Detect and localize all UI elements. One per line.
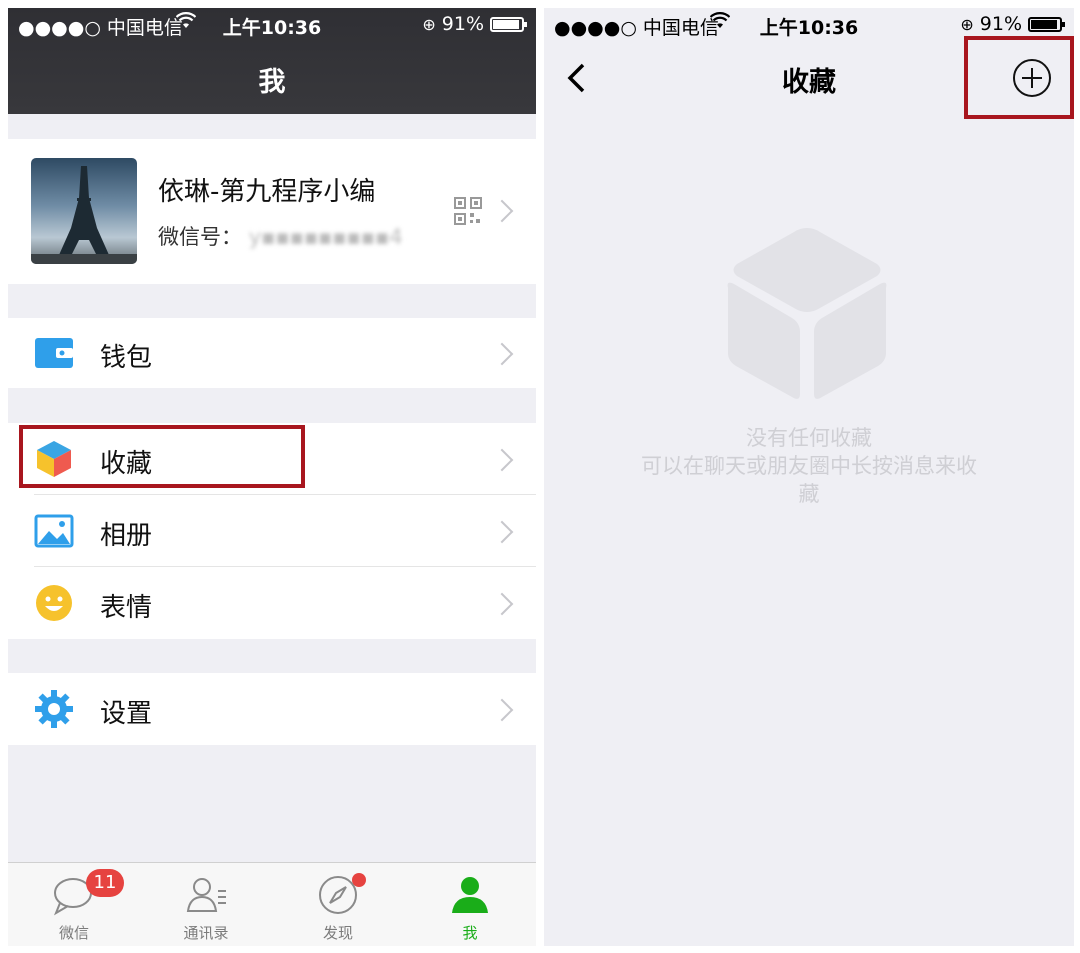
chevron-right-icon — [490, 592, 514, 616]
add-button-highlight-box — [964, 36, 1074, 119]
unread-badge: 11 — [86, 869, 124, 897]
gear-icon — [34, 689, 74, 729]
eiffel-tower-image — [31, 166, 137, 264]
tab-bar: 11 微信 通讯录 发现 我 — [8, 862, 536, 946]
chevron-right-icon — [490, 698, 514, 722]
tab-chats[interactable]: 11 微信 — [8, 863, 140, 946]
menu-item-stickers[interactable]: 表情 — [8, 567, 536, 639]
rotation-lock-icon: ⊕ — [960, 14, 974, 34]
wechat-id-label: 微信号： — [158, 225, 242, 249]
empty-line-1: 没有任何收藏 — [746, 426, 872, 450]
chevron-right-icon — [490, 199, 514, 223]
chevron-right-icon — [490, 342, 514, 366]
menu-item-settings[interactable]: 设置 — [8, 673, 536, 745]
favorites-screen: ●●●●○ 中国电信 上午10:36 ⊕ 91% 收藏 没有任何收藏 可以在聊天… — [544, 8, 1074, 946]
page-title: 我 — [258, 67, 286, 98]
chevron-right-icon — [490, 520, 514, 544]
menu-item-album[interactable]: 相册 — [8, 495, 536, 567]
wallet-icon — [34, 333, 74, 373]
notification-dot — [352, 873, 366, 887]
menu-label-album: 相册 — [100, 521, 153, 551]
menu-item-wallet[interactable]: 钱包 — [8, 318, 536, 388]
tab-label-chats: 微信 — [58, 924, 89, 942]
empty-line-2: 可以在聊天或朋友圈中长按消息来收 — [641, 454, 977, 478]
profile-name: 依琳-第九程序小编 — [158, 177, 376, 207]
profile-card[interactable]: 依琳-第九程序小编 微信号： y▪▪▪▪▪▪▪▪▪4 — [8, 139, 536, 284]
chevron-right-icon — [490, 448, 514, 472]
empty-line-3: 藏 — [798, 482, 820, 506]
smiley-icon — [34, 583, 74, 623]
rotation-lock-icon: ⊕ — [422, 14, 436, 34]
avatar — [31, 158, 137, 264]
tab-discover[interactable]: 发现 — [272, 863, 404, 946]
battery-percent: 91% — [979, 13, 1022, 35]
status-bar: ●●●●○ 中国电信 上午10:36 ⊕ 91% — [8, 8, 536, 40]
tab-label-me: 我 — [462, 924, 478, 942]
qr-code-icon[interactable] — [454, 197, 482, 229]
tab-contacts[interactable]: 通讯录 — [140, 863, 272, 946]
tab-me[interactable]: 我 — [404, 863, 536, 946]
person-icon — [452, 877, 488, 913]
menu-label-settings: 设置 — [100, 699, 153, 729]
favorites-highlight-box — [19, 425, 305, 488]
photo-icon — [34, 511, 74, 551]
nav-bar: 我 — [8, 40, 536, 114]
wechat-id-value: y▪▪▪▪▪▪▪▪▪4 — [248, 225, 403, 249]
battery-icon — [1028, 16, 1065, 32]
battery-icon — [490, 16, 527, 32]
empty-state-text: 没有任何收藏 可以在聊天或朋友圈中长按消息来收 藏 — [544, 424, 1074, 508]
empty-cube-icon — [722, 224, 892, 408]
menu-label-stickers: 表情 — [100, 593, 153, 623]
contacts-icon — [186, 878, 226, 912]
tab-label-contacts: 通讯录 — [183, 924, 229, 942]
menu-label-wallet: 钱包 — [100, 343, 153, 373]
battery-percent: 91% — [441, 13, 484, 35]
tab-label-discover: 发现 — [322, 924, 353, 942]
wechat-id: 微信号： y▪▪▪▪▪▪▪▪▪4 — [158, 221, 403, 251]
